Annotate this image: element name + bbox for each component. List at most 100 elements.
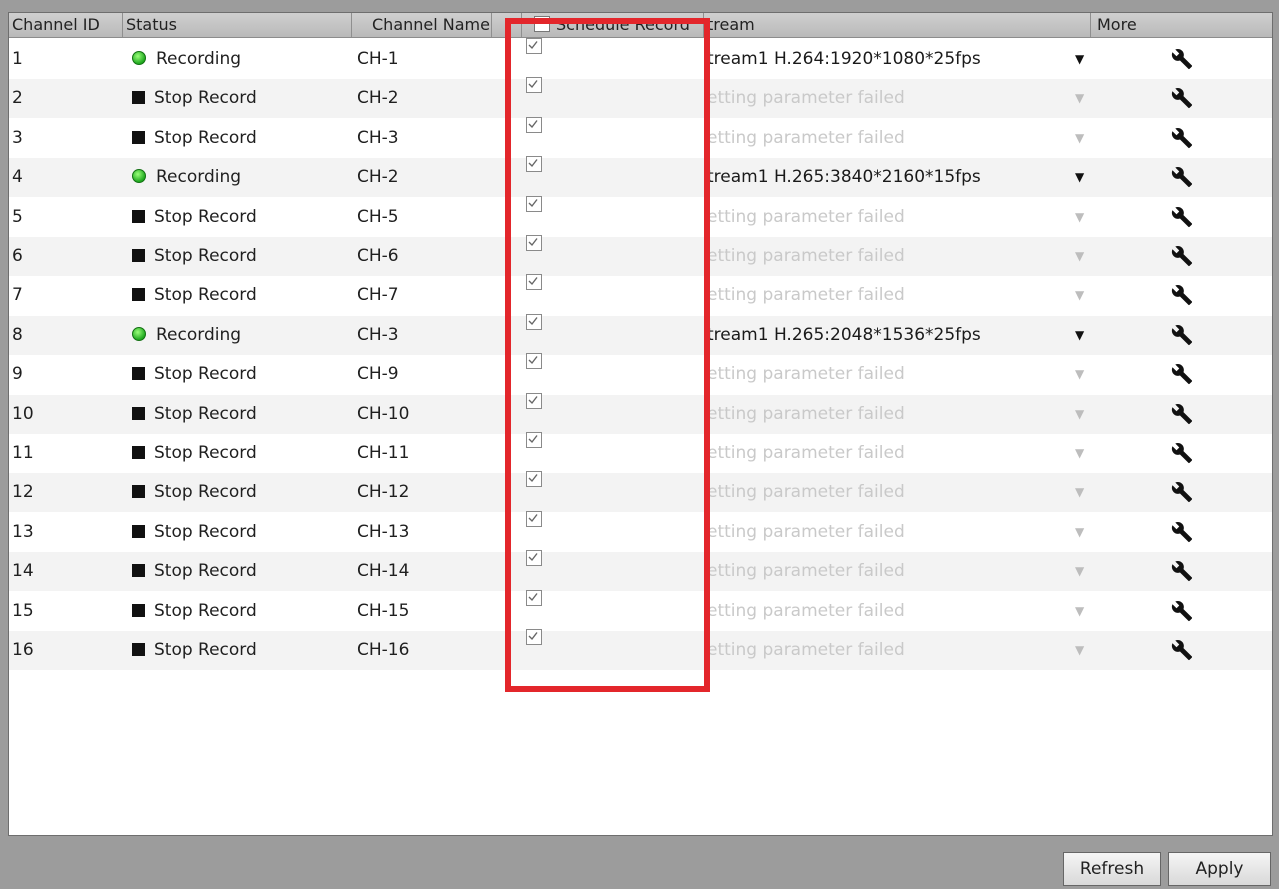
dropdown-arrow-icon[interactable]: ▼ [1075, 552, 1084, 591]
wrench-icon[interactable] [1171, 166, 1193, 190]
dropdown-arrow-icon[interactable]: ▼ [1075, 237, 1084, 276]
dropdown-arrow-icon[interactable]: ▼ [1075, 631, 1084, 670]
schedule-record-checkbox[interactable] [526, 353, 542, 394]
stream-select[interactable]: etting parameter failed [707, 198, 905, 237]
status-cell: Stop Record [132, 355, 257, 394]
wrench-icon[interactable] [1171, 481, 1193, 505]
schedule-record-checkbox[interactable] [526, 274, 542, 315]
stream-select[interactable]: tream1 H.264:1920*1080*25fps [707, 40, 981, 79]
wrench-icon[interactable] [1171, 48, 1193, 72]
select-all-checkbox[interactable] [534, 16, 550, 32]
header-more[interactable]: More [1091, 13, 1272, 37]
schedule-record-checkbox[interactable] [526, 195, 542, 237]
dropdown-arrow-icon[interactable]: ▼ [1075, 473, 1084, 512]
dropdown-arrow-icon[interactable]: ▼ [1075, 40, 1084, 79]
table-row[interactable]: 5 Stop Record CH-5 etting parameter failed ▼ [9, 195, 1272, 237]
header-channel-id[interactable]: Channel ID [9, 13, 123, 37]
refresh-button[interactable]: Refresh [1063, 852, 1161, 886]
table-row[interactable]: 4 Recording CH-2 tream1 H.265:3840*2160*15f… [9, 156, 1272, 198]
table-row[interactable]: 6 Stop Record CH-6 etting parameter failed ▼ [9, 235, 1272, 276]
header-channel-name[interactable]: Channel Name [352, 13, 492, 37]
dropdown-arrow-icon[interactable]: ▼ [1075, 355, 1084, 394]
dropdown-arrow-icon[interactable]: ▼ [1075, 434, 1084, 473]
stream-select[interactable]: etting parameter failed [707, 513, 905, 552]
table-row[interactable]: 11 Stop Record CH-11 etting parameter faile… [9, 432, 1272, 473]
stream-select[interactable]: etting parameter failed [707, 395, 905, 434]
stream-select[interactable]: etting parameter failed [707, 79, 905, 118]
table-row[interactable]: 12 Stop Record CH-12 etting parameter faile… [9, 471, 1272, 513]
wrench-icon[interactable] [1171, 206, 1193, 230]
wrench-icon[interactable] [1171, 87, 1193, 111]
schedule-record-checkbox[interactable] [526, 77, 542, 118]
schedule-record-checkbox[interactable] [526, 313, 542, 355]
stream-select[interactable]: etting parameter failed [707, 473, 905, 512]
header-schedule-record[interactable]: Schedule Record [522, 13, 704, 37]
wrench-icon[interactable] [1171, 127, 1193, 151]
table-row[interactable]: 9 Stop Record CH-9 etting parameter failed ▼ [9, 353, 1272, 394]
table-row[interactable]: 13 Stop Record CH-13 etting parameter faile… [9, 510, 1272, 552]
wrench-icon[interactable] [1171, 363, 1193, 387]
wrench-icon[interactable] [1171, 560, 1193, 584]
stream-select[interactable]: etting parameter failed [707, 592, 905, 631]
channel-name-cell: CH-5 [357, 206, 399, 227]
checked-checkbox-icon [526, 589, 542, 606]
wrench-icon[interactable] [1171, 403, 1193, 427]
dropdown-arrow-icon[interactable]: ▼ [1075, 395, 1084, 434]
table-row[interactable]: 7 Stop Record CH-7 etting parameter failed ▼ [9, 274, 1272, 315]
dropdown-arrow-icon[interactable]: ▼ [1075, 158, 1084, 197]
status-cell: Stop Record [132, 552, 257, 591]
stream-select[interactable]: tream1 H.265:2048*1536*25fps [707, 316, 981, 355]
channel-name-cell: CH-13 [357, 521, 410, 542]
black-square-icon [132, 209, 145, 223]
status-cell: Stop Record [132, 473, 257, 512]
schedule-record-checkbox[interactable] [526, 235, 542, 276]
table-row[interactable]: 1 Recording CH-1 tream1 H.264:1920*1080*25f… [9, 38, 1272, 79]
dropdown-arrow-icon[interactable]: ▼ [1075, 513, 1084, 552]
wrench-icon[interactable] [1171, 639, 1193, 663]
schedule-record-checkbox[interactable] [526, 116, 542, 158]
dropdown-arrow-icon[interactable]: ▼ [1075, 592, 1084, 631]
stream-select[interactable]: etting parameter failed [707, 552, 905, 591]
stream-select[interactable]: etting parameter failed [707, 355, 905, 394]
stream-select[interactable]: etting parameter failed [707, 119, 905, 158]
header-stream[interactable]: tream [704, 13, 1091, 37]
header-status[interactable]: Status [123, 13, 352, 37]
wrench-icon[interactable] [1171, 442, 1193, 466]
stream-select[interactable]: etting parameter failed [707, 237, 905, 276]
stream-select[interactable]: tream1 H.265:3840*2160*15fps [707, 158, 981, 197]
channel-name-cell: CH-11 [357, 443, 410, 463]
wrench-icon[interactable] [1171, 324, 1193, 348]
table-row[interactable]: 2 Stop Record CH-2 etting parameter failed ▼ [9, 77, 1272, 119]
dropdown-arrow-icon[interactable]: ▼ [1075, 198, 1084, 237]
table-row[interactable]: 3 Stop Record CH-3 etting parameter failed ▼ [9, 116, 1272, 158]
channel-id-cell: 6 [12, 246, 23, 266]
wrench-icon[interactable] [1171, 521, 1193, 545]
table-row[interactable]: 15 Stop Record CH-15 etting parameter faile… [9, 589, 1272, 631]
wrench-icon[interactable] [1171, 600, 1193, 624]
schedule-record-checkbox[interactable] [526, 510, 542, 552]
schedule-record-checkbox[interactable] [526, 156, 542, 197]
status-text: Stop Record [154, 600, 257, 621]
wrench-icon[interactable] [1171, 284, 1193, 308]
dropdown-arrow-icon[interactable]: ▼ [1075, 119, 1084, 158]
schedule-record-checkbox[interactable] [526, 432, 542, 473]
schedule-record-checkbox[interactable] [526, 38, 542, 79]
channel-name-cell: CH-6 [357, 246, 399, 266]
schedule-record-checkbox[interactable] [526, 629, 542, 670]
schedule-record-checkbox[interactable] [526, 550, 542, 591]
table-row[interactable]: 8 Recording CH-3 tream1 H.265:2048*1536*25f… [9, 313, 1272, 355]
stream-select[interactable]: etting parameter failed [707, 434, 905, 473]
dropdown-arrow-icon[interactable]: ▼ [1075, 79, 1084, 118]
schedule-record-checkbox[interactable] [526, 589, 542, 631]
table-row[interactable]: 10 Stop Record CH-10 etting parameter faile… [9, 392, 1272, 434]
stream-select[interactable]: etting parameter failed [707, 276, 905, 315]
table-row[interactable]: 14 Stop Record CH-14 etting parameter faile… [9, 550, 1272, 592]
dropdown-arrow-icon[interactable]: ▼ [1075, 276, 1084, 315]
wrench-icon[interactable] [1171, 245, 1193, 269]
apply-button[interactable]: Apply [1168, 852, 1271, 886]
schedule-record-checkbox[interactable] [526, 392, 542, 434]
stream-select[interactable]: etting parameter failed [707, 631, 905, 670]
table-row[interactable]: 16 Stop Record CH-16 etting parameter faile… [9, 629, 1272, 670]
schedule-record-checkbox[interactable] [526, 471, 542, 512]
dropdown-arrow-icon[interactable]: ▼ [1075, 316, 1084, 355]
